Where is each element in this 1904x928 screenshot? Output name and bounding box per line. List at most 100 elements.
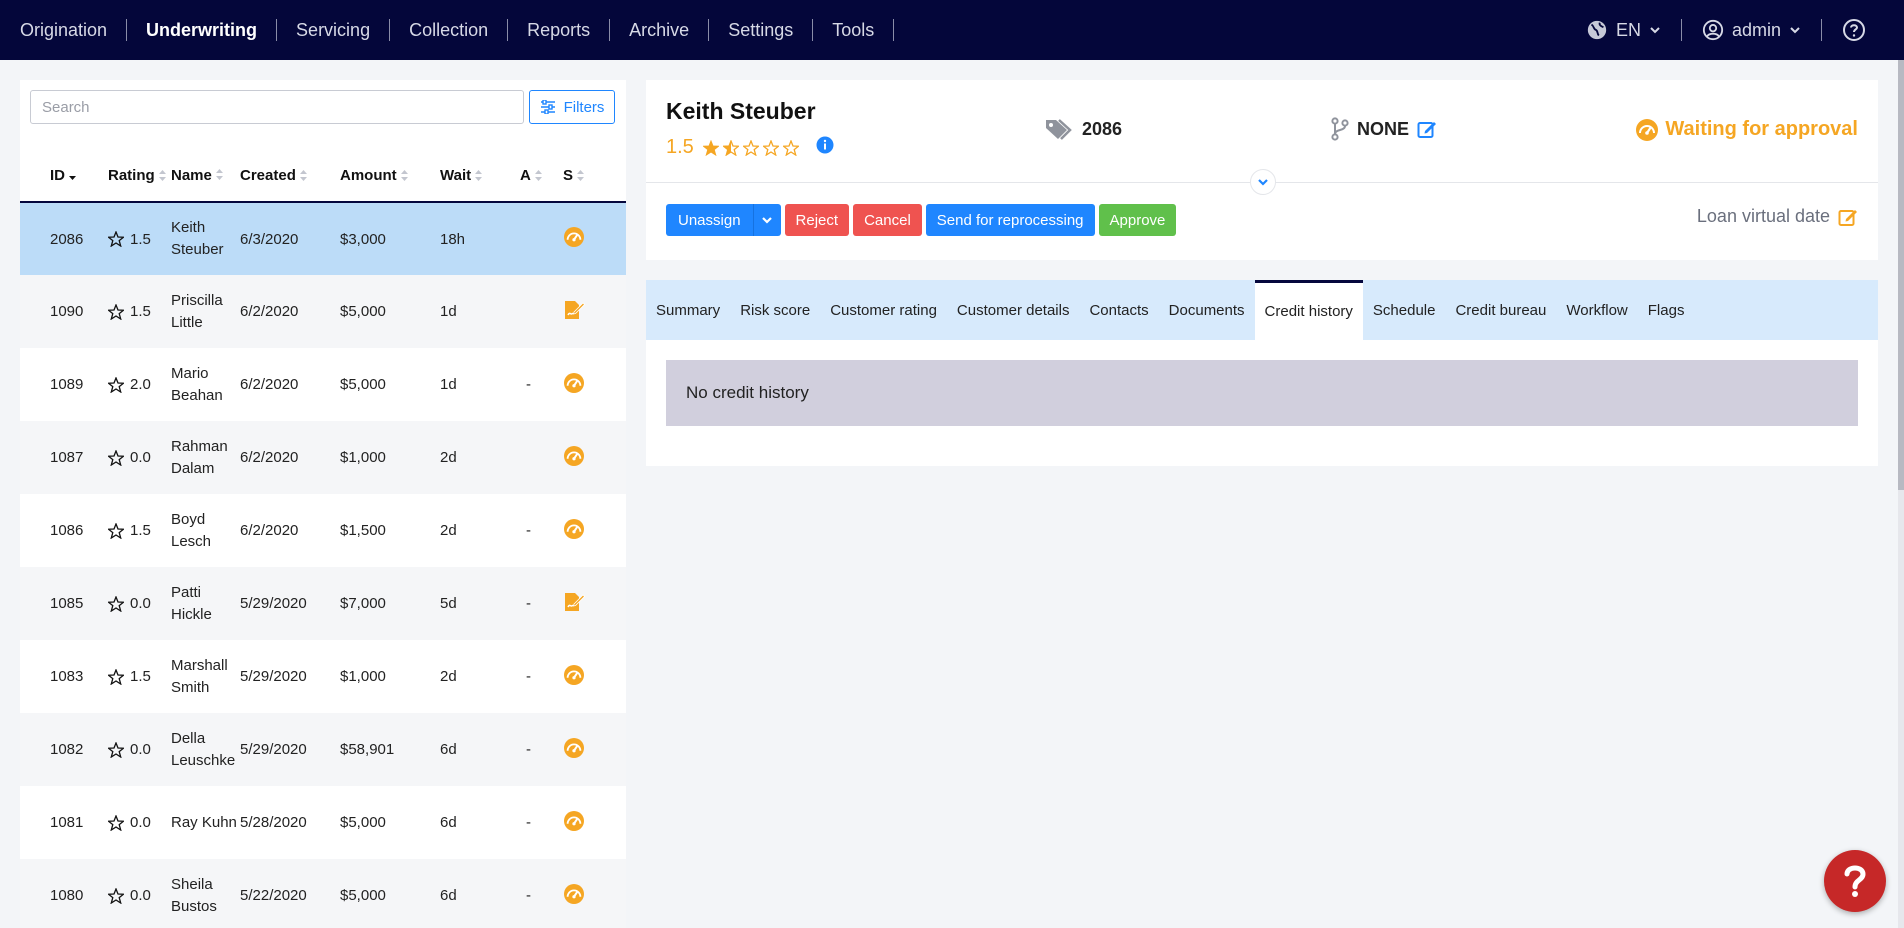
unassign-dropdown-toggle[interactable] bbox=[752, 204, 781, 236]
rating-value: 0.0 bbox=[130, 741, 151, 758]
loan-id-cell: 1082 bbox=[20, 713, 108, 786]
amount-cell: $7,000 bbox=[340, 567, 440, 640]
help-chat-button[interactable] bbox=[1824, 850, 1886, 912]
wait-cell: 2d bbox=[440, 421, 520, 494]
loan-status: Waiting for approval bbox=[1635, 118, 1858, 141]
info-icon[interactable] bbox=[816, 136, 834, 154]
help-button[interactable] bbox=[1822, 19, 1866, 41]
column-header-name[interactable]: Name bbox=[171, 150, 240, 203]
column-header-id[interactable]: ID bbox=[20, 150, 108, 203]
nav-item-underwriting[interactable]: Underwriting bbox=[127, 19, 278, 41]
table-row[interactable]: 1090 1.5 Priscilla Little 6/2/2020 $5,000 1d bbox=[20, 275, 626, 348]
rating-value: 2.0 bbox=[130, 376, 151, 393]
created-cell: 6/2/2020 bbox=[240, 376, 299, 393]
status-cell bbox=[563, 713, 626, 786]
nav-item-tools[interactable]: Tools bbox=[813, 19, 895, 41]
column-header-amount[interactable]: Amount bbox=[340, 150, 440, 203]
star-icon bbox=[108, 303, 124, 320]
assignee-cell: - bbox=[526, 376, 531, 393]
tab-credit-bureau[interactable]: Credit bureau bbox=[1445, 280, 1556, 340]
rating-wrap: 1.5 bbox=[108, 668, 171, 685]
status-cell bbox=[563, 275, 626, 348]
amount-cell: $5,000 bbox=[340, 859, 440, 928]
user-menu[interactable]: admin bbox=[1682, 19, 1822, 41]
nav-item-archive[interactable]: Archive bbox=[610, 19, 710, 41]
expand-details-button[interactable] bbox=[1250, 169, 1276, 195]
tab-risk-score[interactable]: Risk score bbox=[730, 280, 820, 340]
loan-virtual-date[interactable]: Loan virtual date bbox=[1697, 206, 1858, 227]
assignee-cell bbox=[520, 202, 563, 275]
virtual-date-label: Loan virtual date bbox=[1696, 206, 1830, 226]
unassign-button[interactable]: Unassign bbox=[666, 204, 781, 236]
rating-value: 1.5 bbox=[130, 303, 151, 320]
assignee-cell bbox=[520, 275, 563, 348]
tab-workflow[interactable]: Workflow bbox=[1556, 280, 1637, 340]
tab-documents[interactable]: Documents bbox=[1159, 280, 1255, 340]
table-row[interactable]: 1080 0.0 Sheila Bustos 5/22/2020 $5,000 6d - bbox=[20, 859, 626, 928]
column-header-label: Name bbox=[171, 166, 212, 184]
gauge-icon bbox=[563, 883, 585, 904]
customer-name-cell: Marshall Smith bbox=[171, 656, 228, 696]
rating-cell: 0.0 bbox=[108, 567, 171, 640]
rating-value: 1.5 bbox=[130, 522, 151, 539]
code-branch-icon bbox=[1331, 117, 1349, 141]
signature-icon bbox=[563, 592, 585, 612]
tab-contacts[interactable]: Contacts bbox=[1079, 280, 1158, 340]
cancel-button[interactable]: Cancel bbox=[853, 204, 922, 236]
table-row[interactable]: 1081 0.0 Ray Kuhn 5/28/2020 $5,000 6d - bbox=[20, 786, 626, 859]
table-row[interactable]: 1089 2.0 Mario Beahan 6/2/2020 $5,000 1d - bbox=[20, 348, 626, 421]
send-for-reprocessing-button[interactable]: Send for reprocessing bbox=[925, 204, 1095, 236]
nav-item-servicing[interactable]: Servicing bbox=[277, 19, 391, 41]
gauge-icon bbox=[563, 518, 585, 539]
created-cell: 6/2/2020 bbox=[240, 522, 299, 539]
nav-item-collection[interactable]: Collection bbox=[390, 19, 509, 41]
column-header-created[interactable]: Created bbox=[240, 150, 340, 203]
loan-id-cell: 1083 bbox=[50, 668, 84, 685]
language-label: EN bbox=[1615, 19, 1641, 40]
column-header-wait[interactable]: Wait bbox=[440, 150, 520, 203]
tab-customer-rating[interactable]: Customer rating bbox=[820, 280, 947, 340]
column-header-label: Wait bbox=[440, 167, 472, 184]
table-row[interactable]: 1086 1.5 Boyd Lesch 6/2/2020 $1,500 2d - bbox=[20, 494, 626, 567]
scrollbar-thumb[interactable] bbox=[1898, 60, 1904, 490]
filters-label: Filters bbox=[563, 98, 605, 116]
nav-item-settings[interactable]: Settings bbox=[709, 19, 814, 41]
rating-value: 0.0 bbox=[130, 814, 151, 831]
search-input[interactable] bbox=[30, 90, 524, 124]
column-header-s[interactable]: S bbox=[563, 150, 626, 203]
tab-flags[interactable]: Flags bbox=[1638, 280, 1695, 340]
table-row[interactable]: 1082 0.0 Della Leuschke 5/29/2020 $58,901 6d - bbox=[20, 713, 626, 786]
tab-customer-details[interactable]: Customer details bbox=[947, 280, 1080, 340]
edit-icon[interactable] bbox=[1838, 207, 1858, 227]
nav-item-origination[interactable]: Origination bbox=[20, 19, 128, 41]
table-row[interactable]: 1085 0.0 Patti Hickle 5/29/2020 $7,000 5d - bbox=[20, 567, 626, 640]
language-selector[interactable]: EN bbox=[1566, 19, 1682, 41]
wait-cell: 6d bbox=[440, 713, 520, 786]
assignee-cell: - bbox=[526, 668, 531, 685]
action-buttons: Unassign Reject Cancel Send for reproces… bbox=[666, 204, 1177, 236]
page-scrollbar[interactable] bbox=[1898, 60, 1904, 928]
column-header-rating[interactable]: Rating bbox=[108, 150, 171, 203]
column-header-a[interactable]: A bbox=[520, 150, 563, 203]
status-cell bbox=[563, 640, 626, 713]
approve-button[interactable]: Approve bbox=[1098, 204, 1177, 236]
question-icon bbox=[1844, 865, 1866, 897]
filters-button[interactable]: Filters bbox=[529, 90, 615, 124]
edit-icon[interactable] bbox=[1417, 119, 1437, 139]
tab-summary[interactable]: Summary bbox=[646, 280, 730, 340]
tab-bar: Summary Risk score Customer rating Customer… bbox=[646, 280, 1878, 340]
unassign-label: Unassign bbox=[678, 211, 741, 229]
tab-credit-history[interactable]: Credit history bbox=[1254, 280, 1363, 340]
table-row[interactable]: 2086 1.5 Keith Steuber 6/3/2020 $3,000 18h bbox=[20, 202, 626, 275]
table-row[interactable]: 1083 1.5 Marshall Smith 5/29/2020 $1,000 2d - bbox=[20, 640, 626, 713]
chevron-down-icon bbox=[1258, 179, 1268, 186]
tab-schedule[interactable]: Schedule bbox=[1363, 280, 1446, 340]
rating-wrap: 0.0 bbox=[108, 814, 171, 831]
rating-value: 1.5 bbox=[666, 136, 694, 158]
question-circle-icon bbox=[1843, 19, 1865, 41]
rating-wrap: 0.0 bbox=[108, 741, 171, 758]
amount-cell: $5,000 bbox=[340, 275, 440, 348]
reject-button[interactable]: Reject bbox=[784, 204, 850, 236]
nav-item-reports[interactable]: Reports bbox=[508, 19, 611, 41]
table-row[interactable]: 1087 0.0 Rahman Dalam 6/2/2020 $1,000 2d bbox=[20, 421, 626, 494]
